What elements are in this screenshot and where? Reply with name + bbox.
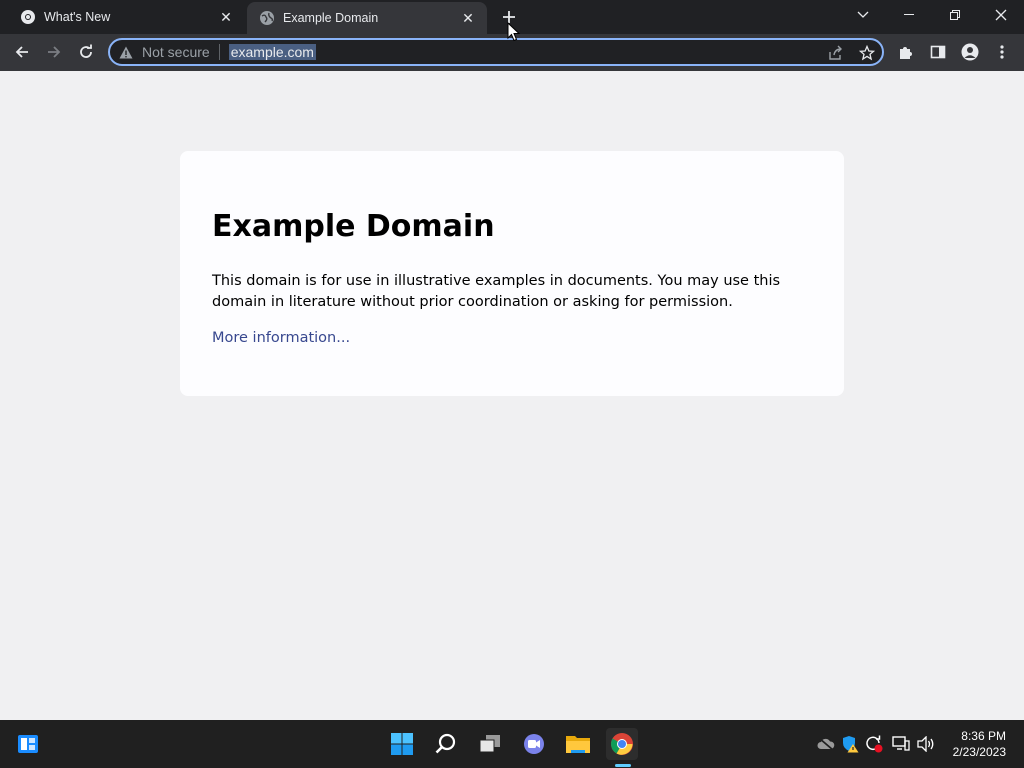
tab-title: Example Domain (283, 11, 379, 25)
system-clock[interactable]: 8:36 PM 2/23/2023 (953, 728, 1006, 760)
volume-icon[interactable] (916, 734, 936, 754)
menu-kebab-icon[interactable] (989, 39, 1015, 65)
taskbar: 8:36 PM 2/23/2023 (0, 720, 1024, 768)
more-information-link[interactable]: More information... (212, 330, 350, 346)
chat-icon[interactable] (518, 728, 550, 760)
widgets-icon[interactable] (12, 728, 44, 760)
close-tab-icon[interactable]: ✕ (459, 9, 477, 27)
warning-icon[interactable] (118, 44, 134, 60)
share-icon[interactable] (826, 44, 844, 62)
content-card: Example Domain This domain is for use in… (180, 151, 844, 396)
tab-title: What's New (44, 10, 111, 24)
restore-button[interactable] (932, 0, 978, 30)
page-heading: Example Domain (212, 209, 495, 244)
back-button[interactable] (8, 38, 36, 66)
sync-error-icon[interactable] (864, 734, 884, 754)
mouse-cursor-icon (507, 21, 521, 42)
security-label[interactable]: Not secure (142, 44, 210, 60)
side-panel-icon[interactable] (925, 39, 951, 65)
chrome-taskbar-icon[interactable] (606, 728, 638, 760)
globe-icon (259, 10, 275, 26)
profile-icon[interactable] (957, 39, 983, 65)
tab-search-button[interactable] (840, 0, 886, 30)
chrome-icon (20, 9, 36, 25)
reload-button[interactable] (72, 38, 100, 66)
page-description: This domain is for use in illustrative e… (212, 273, 781, 310)
bookmark-star-icon[interactable] (858, 44, 876, 62)
omnibox-divider (218, 44, 220, 60)
extensions-icon[interactable] (893, 39, 919, 65)
search-icon[interactable] (430, 728, 462, 760)
minimize-button[interactable] (886, 0, 932, 30)
start-icon[interactable] (386, 728, 418, 760)
network-icon[interactable] (891, 734, 911, 754)
task-view-icon[interactable] (474, 728, 506, 760)
web-page: Example Domain This domain is for use in… (0, 71, 1024, 720)
close-tab-icon[interactable]: ✕ (217, 8, 235, 26)
active-app-indicator (615, 764, 631, 767)
tab-example-domain[interactable]: Example Domain ✕ (247, 2, 487, 34)
clock-date: 2/23/2023 (952, 745, 1006, 759)
tab-whats-new[interactable]: What's New ✕ (0, 0, 245, 34)
security-warning-icon[interactable] (840, 734, 860, 754)
onedrive-offline-icon[interactable] (816, 734, 836, 754)
file-explorer-icon[interactable] (562, 728, 594, 760)
forward-button[interactable] (40, 38, 68, 66)
close-window-button[interactable] (978, 0, 1024, 30)
address-bar[interactable]: Not secure example.com (108, 38, 884, 66)
url-text[interactable]: example.com (228, 44, 316, 60)
clock-time: 8:36 PM (961, 729, 1006, 743)
